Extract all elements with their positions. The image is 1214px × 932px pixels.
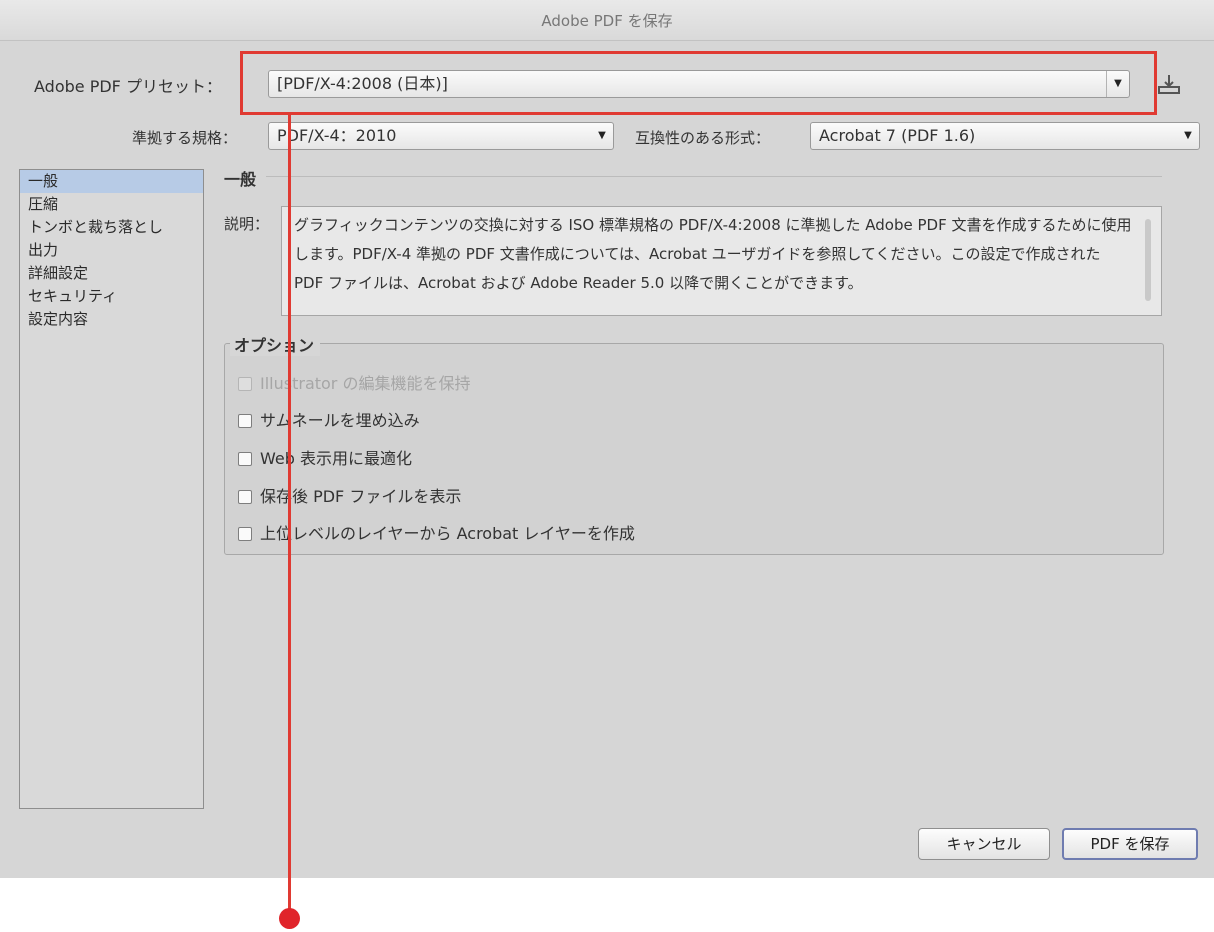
save-pdf-button[interactable]: PDF を保存 bbox=[1062, 828, 1198, 860]
sidebar-item-general[interactable]: 一般 bbox=[20, 170, 203, 193]
callout-leader-line bbox=[288, 114, 291, 914]
sidebar-item-compression[interactable]: 圧縮 bbox=[20, 193, 203, 216]
window-title: Adobe PDF を保存 bbox=[541, 12, 673, 30]
checkbox[interactable] bbox=[238, 452, 252, 466]
option-preserve-illustrator-editing[interactable]: Illustrator の編集機能を保持 bbox=[238, 370, 470, 394]
standard-select[interactable]: PDF/X-4：2010 ▼ bbox=[268, 122, 614, 150]
category-sidebar: 一般 圧縮 トンボと裁ち落とし 出力 詳細設定 セキュリティ 設定内容 bbox=[19, 169, 204, 809]
title-bar: Adobe PDF を保存 bbox=[0, 0, 1214, 41]
sidebar-item-output[interactable]: 出力 bbox=[20, 239, 203, 262]
checkbox[interactable] bbox=[238, 490, 252, 504]
option-view-pdf-after-saving[interactable]: 保存後 PDF ファイルを表示 bbox=[238, 483, 461, 507]
sidebar-item-marks-bleeds[interactable]: トンボと裁ち落とし bbox=[20, 216, 203, 239]
option-create-acrobat-layers[interactable]: 上位レベルのレイヤーから Acrobat レイヤーを作成 bbox=[238, 520, 635, 544]
option-label: Web 表示用に最適化 bbox=[260, 449, 412, 468]
checkbox[interactable] bbox=[238, 527, 252, 541]
sidebar-item-advanced[interactable]: 詳細設定 bbox=[20, 262, 203, 285]
sidebar-item-security[interactable]: セキュリティ bbox=[20, 285, 203, 308]
option-label: サムネールを埋め込み bbox=[260, 411, 420, 430]
description-scrollbar[interactable] bbox=[1145, 219, 1151, 301]
section-divider bbox=[266, 176, 1162, 177]
description-text: グラフィックコンテンツの交換に対する ISO 標準規格の PDF/X-4:200… bbox=[294, 216, 1132, 292]
option-label: 上位レベルのレイヤーから Acrobat レイヤーを作成 bbox=[260, 524, 635, 543]
chevron-down-icon: ▼ bbox=[598, 130, 606, 141]
chevron-down-icon: ▼ bbox=[1184, 130, 1192, 141]
compatibility-value: Acrobat 7 (PDF 1.6) bbox=[819, 126, 976, 145]
option-label: Illustrator の編集機能を保持 bbox=[260, 374, 471, 393]
option-optimize-web-view[interactable]: Web 表示用に最適化 bbox=[238, 445, 412, 469]
standard-label: 準拠する規格： bbox=[132, 129, 238, 147]
options-title: オプション bbox=[230, 332, 321, 356]
compatibility-select[interactable]: Acrobat 7 (PDF 1.6) ▼ bbox=[810, 122, 1200, 150]
save-preset-icon[interactable] bbox=[1156, 72, 1182, 96]
description-label: 説明： bbox=[224, 215, 270, 233]
save-pdf-dialog: Adobe PDF を保存 Adobe PDF プリセット： [PDF/X-4:… bbox=[0, 0, 1214, 878]
cancel-button[interactable]: キャンセル bbox=[918, 828, 1050, 860]
option-embed-thumbnails[interactable]: サムネールを埋め込み bbox=[238, 407, 420, 431]
checkbox[interactable] bbox=[238, 377, 252, 391]
callout-dot bbox=[279, 908, 300, 929]
section-heading: 一般 bbox=[224, 170, 257, 189]
sidebar-item-summary[interactable]: 設定内容 bbox=[20, 308, 203, 331]
callout-highlight bbox=[240, 51, 1157, 115]
standard-value: PDF/X-4：2010 bbox=[277, 126, 397, 145]
checkbox[interactable] bbox=[238, 414, 252, 428]
preset-label: Adobe PDF プリセット： bbox=[34, 77, 222, 96]
description-text-area[interactable]: グラフィックコンテンツの交換に対する ISO 標準規格の PDF/X-4:200… bbox=[281, 206, 1162, 316]
compatibility-label: 互換性のある形式： bbox=[635, 129, 771, 147]
